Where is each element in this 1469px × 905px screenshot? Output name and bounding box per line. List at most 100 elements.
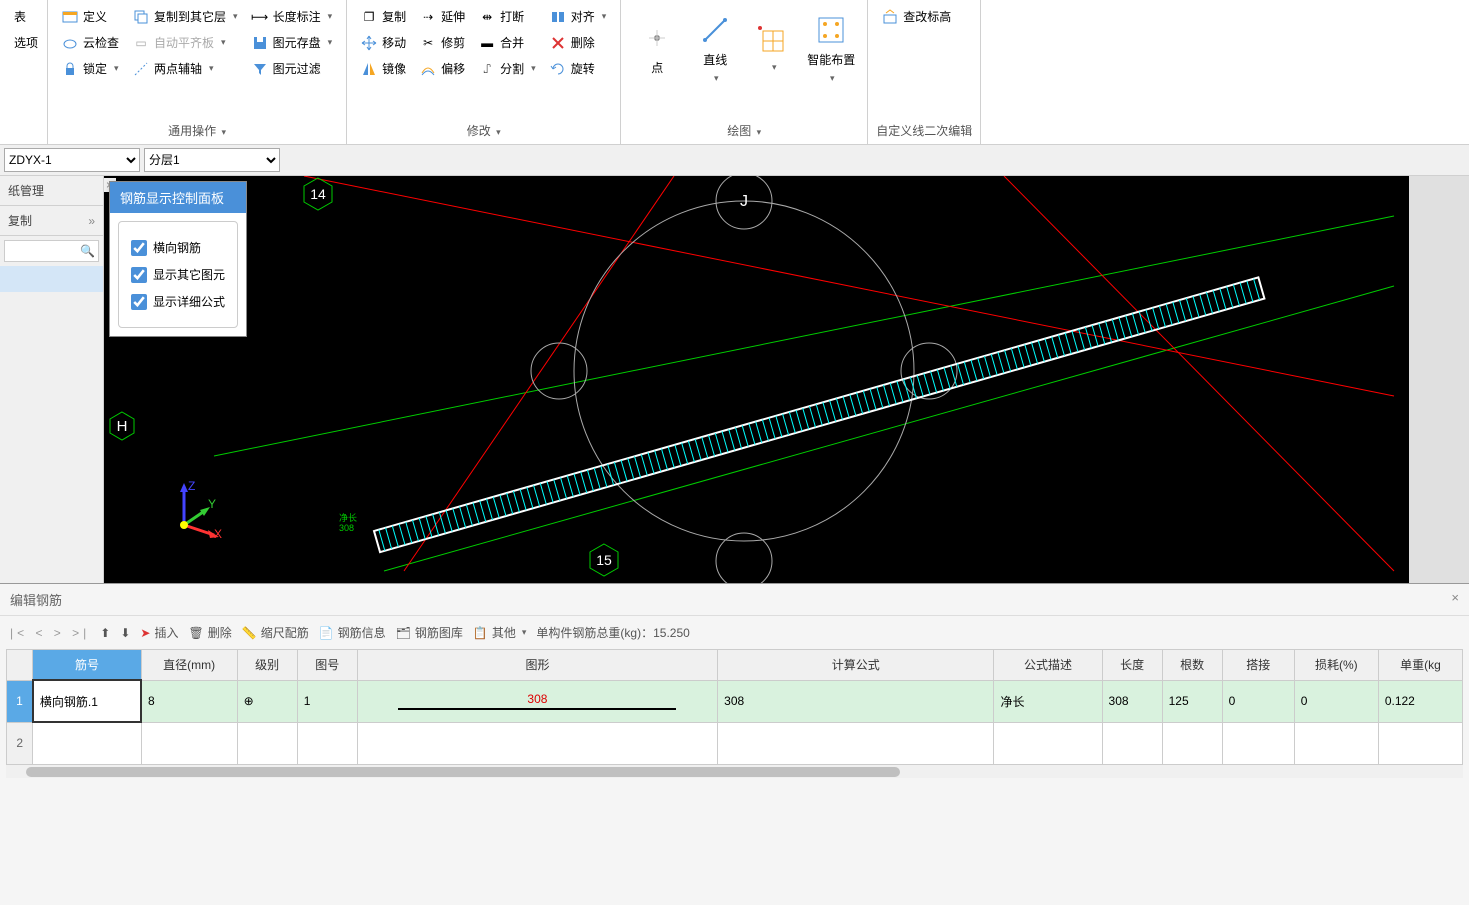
rebar-control-panel: 钢筋显示控制面板 横向钢筋 显示其它图元 显示详细公式 — [109, 181, 247, 337]
ribbon: 表 选项 定义 云检查 锁定▾ 复制到其它层▾ ▭自动平齐板▾ 两点辅轴▾ ⟼长… — [0, 0, 1469, 145]
horizontal-scrollbar[interactable] — [6, 764, 1463, 778]
copy-button[interactable]: ❐复制 — [355, 4, 412, 29]
col-rebar-no[interactable]: 筋号 — [33, 650, 141, 681]
trim-button[interactable]: ✂修剪 — [414, 30, 471, 55]
scale-rebar-button[interactable]: 📏缩尺配筋 — [242, 624, 309, 641]
grid-draw-button[interactable]: ▾ — [745, 4, 801, 94]
rotate-icon — [550, 61, 566, 77]
save-element-button[interactable]: 图元存盘▾ — [246, 30, 339, 55]
nav-buttons[interactable]: |< < > >| — [10, 626, 90, 640]
cell-diameter[interactable]: 8 — [141, 680, 237, 722]
point-button[interactable]: 点 — [629, 4, 685, 94]
table-button[interactable]: 表 — [8, 4, 39, 29]
table-row[interactable]: 2 — [7, 722, 1463, 764]
col-overlap[interactable]: 搭接 — [1222, 650, 1294, 681]
insert-button[interactable]: ➤插入 — [140, 624, 178, 641]
up-button[interactable]: ⬆ — [100, 626, 110, 640]
col-count[interactable]: 根数 — [1162, 650, 1222, 681]
cloud-check-button[interactable]: 云检查 — [56, 30, 125, 55]
extend-icon: ⇢ — [420, 9, 436, 25]
col-weight[interactable]: 单重(kg — [1378, 650, 1462, 681]
col-length[interactable]: 长度 — [1102, 650, 1162, 681]
offset-button[interactable]: 偏移 — [414, 56, 471, 81]
smart-layout-button[interactable]: 智能布置▾ — [803, 4, 859, 94]
checkbox-show-other[interactable]: 显示其它图元 — [131, 261, 225, 288]
extend-button[interactable]: ⇢延伸 — [414, 4, 471, 29]
delete-row-button[interactable]: 🗑删除 — [188, 624, 231, 641]
element-filter-button[interactable]: 图元过滤 — [246, 56, 339, 81]
mirror-button[interactable]: 镜像 — [355, 56, 412, 81]
rebar-info-button[interactable]: 📄钢筋信息 — [319, 624, 386, 641]
checkbox-show-formula[interactable]: 显示详细公式 — [131, 288, 225, 315]
down-button[interactable]: ⬇ — [120, 626, 130, 640]
cell-weight[interactable]: 0.122 — [1378, 680, 1462, 722]
move-icon — [361, 35, 377, 51]
panel-title: 钢筋显示控制面板 — [110, 182, 246, 213]
col-shape[interactable]: 图形 — [357, 650, 717, 681]
close-bottom-icon[interactable]: × — [1451, 590, 1459, 609]
split-icon: ⑀ — [479, 61, 495, 77]
search-icon[interactable]: 🔍 — [80, 244, 95, 258]
col-grade[interactable]: 级别 — [237, 650, 297, 681]
options-button[interactable]: 选项 — [8, 30, 39, 55]
main-area: 纸管理 复制» 🔍 × 钢筋显示控制面板 横向钢筋 显示其它图元 显示详细公式 — [0, 176, 1469, 583]
length-icon: ⟼ — [252, 9, 268, 25]
point-icon — [641, 22, 673, 54]
cell-shape-no[interactable]: 1 — [297, 680, 357, 722]
cell-count[interactable]: 125 — [1162, 680, 1222, 722]
col-desc[interactable]: 公式描述 — [994, 650, 1102, 681]
col-diameter[interactable]: 直径(mm) — [141, 650, 237, 681]
left-tab-paper[interactable]: 纸管理 — [0, 176, 103, 206]
save-icon — [252, 35, 268, 51]
copy-to-layer-button[interactable]: 复制到其它层▾ — [127, 4, 244, 29]
axis-indicator: Z Y X — [164, 480, 224, 543]
col-shape-no[interactable]: 图号 — [297, 650, 357, 681]
break-icon: ⇹ — [479, 9, 495, 25]
bottom-title: 编辑钢筋 × — [0, 584, 1469, 616]
cell-length[interactable]: 308 — [1102, 680, 1162, 722]
other-button[interactable]: 📋其他▾ — [473, 624, 527, 641]
define-button[interactable]: 定义 — [56, 4, 125, 29]
component-select[interactable]: ZDYX-1 — [4, 148, 140, 172]
col-formula[interactable]: 计算公式 — [718, 650, 994, 681]
rebar-grid: 筋号 直径(mm) 级别 图号 图形 计算公式 公式描述 长度 根数 搭接 损耗… — [6, 649, 1463, 765]
layer-select[interactable]: 分层1 — [144, 148, 280, 172]
viewport[interactable]: × 钢筋显示控制面板 横向钢筋 显示其它图元 显示详细公式 J — [104, 176, 1409, 583]
svg-text:Y: Y — [208, 497, 216, 511]
rotate-button[interactable]: 旋转 — [544, 56, 613, 81]
break-button[interactable]: ⇹打断 — [473, 4, 542, 29]
align-button[interactable]: 对齐▾ — [544, 4, 613, 29]
col-loss[interactable]: 损耗(%) — [1294, 650, 1378, 681]
cell-shape[interactable]: 308 — [357, 680, 717, 722]
svg-text:J: J — [740, 193, 748, 210]
cell-name[interactable]: 横向钢筋.1 — [33, 680, 141, 722]
bottom-panel: 编辑钢筋 × |< < > >| ⬆ ⬇ ➤插入 🗑删除 📏缩尺配筋 📄钢筋信息… — [0, 583, 1469, 778]
svg-text:14: 14 — [310, 186, 326, 202]
cell-overlap[interactable]: 0 — [1222, 680, 1294, 722]
svg-text:H: H — [117, 418, 128, 435]
cell-grade[interactable]: ⊕ — [237, 680, 297, 722]
align-icon: ▭ — [133, 35, 149, 51]
rebar-library-button[interactable]: 🗂钢筋图库 — [396, 624, 463, 641]
two-point-axis-button[interactable]: 两点辅轴▾ — [127, 56, 244, 81]
split-button[interactable]: ⑀分割▾ — [473, 56, 542, 81]
filter-icon — [252, 61, 268, 77]
lock-button[interactable]: 锁定▾ — [56, 56, 125, 81]
merge-button[interactable]: ▬合并 — [473, 30, 542, 55]
axis-icon — [133, 61, 149, 77]
delete-button[interactable]: 删除 — [544, 30, 613, 55]
cell-formula[interactable]: 308 — [718, 680, 994, 722]
move-button[interactable]: 移动 — [355, 30, 412, 55]
line-button[interactable]: 直线▾ — [687, 4, 743, 94]
ribbon-group-common: 定义 云检查 锁定▾ 复制到其它层▾ ▭自动平齐板▾ 两点辅轴▾ ⟼长度标注▾ … — [48, 0, 347, 144]
length-label-button[interactable]: ⟼长度标注▾ — [246, 4, 339, 29]
trim-icon: ✂ — [420, 35, 436, 51]
cell-loss[interactable]: 0 — [1294, 680, 1378, 722]
checkbox-horizontal-rebar[interactable]: 横向钢筋 — [131, 234, 225, 261]
left-tab-copy[interactable]: 复制» — [0, 206, 103, 236]
modify-elevation-button[interactable]: 查改标高 — [876, 4, 957, 29]
copy-layer-icon — [133, 9, 149, 25]
left-list-item[interactable] — [0, 266, 103, 292]
table-row[interactable]: 1 横向钢筋.1 8 ⊕ 1 308 308 净长 308 125 0 0 0.… — [7, 680, 1463, 722]
cell-desc[interactable]: 净长 — [994, 680, 1102, 722]
